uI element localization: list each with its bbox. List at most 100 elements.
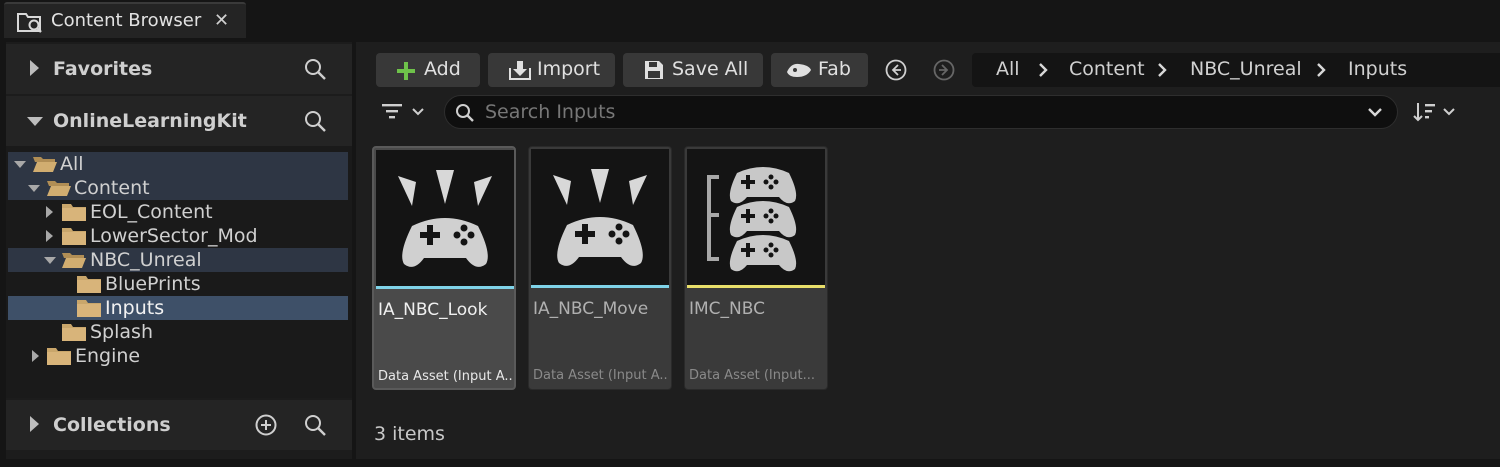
tree-item-engine[interactable]: Engine — [8, 344, 348, 368]
add-label: Add — [424, 58, 461, 80]
folder-icon — [62, 324, 86, 341]
collections-header[interactable]: Collections — [6, 400, 352, 450]
asset-type-stripe — [376, 286, 514, 289]
open-folder-icon — [33, 157, 57, 172]
save-icon — [645, 61, 663, 79]
tree-label: Content — [74, 177, 150, 199]
breadcrumb: All Content NBC_Unreal Inputs — [972, 53, 1500, 87]
collapse-arrow-icon[interactable] — [27, 117, 43, 126]
folder-tree: All Content EOL_Content LowerSector_Mod … — [6, 146, 352, 398]
folder-icon — [77, 276, 101, 293]
folder-icon — [62, 228, 86, 245]
add-collection-icon[interactable] — [254, 413, 278, 437]
close-icon[interactable]: ✕ — [214, 10, 229, 31]
chevron-right-icon[interactable] — [1155, 63, 1169, 77]
asset-type: Data Asset (Input A... — [533, 368, 667, 383]
breadcrumb-content[interactable]: Content — [1069, 58, 1145, 80]
chevron-down-icon[interactable] — [1367, 106, 1383, 120]
tree-label: Inputs — [105, 297, 165, 319]
sort-icon[interactable] — [1412, 100, 1460, 124]
asset-name: IA_NBC_Look — [378, 300, 488, 320]
save-all-button[interactable]: Save All — [623, 53, 763, 87]
tree-item-blueprints[interactable]: BluePrints — [8, 272, 348, 296]
project-header[interactable]: OnlineLearningKit — [6, 96, 352, 146]
expand-arrow-icon[interactable] — [30, 60, 39, 76]
fab-icon — [787, 63, 811, 77]
collections-label: Collections — [53, 414, 171, 436]
back-arrow-icon[interactable] — [885, 59, 907, 81]
tree-label: BluePrints — [105, 273, 201, 295]
fab-button[interactable]: Fab — [771, 53, 868, 87]
asset-thumbnail — [687, 149, 825, 285]
search-box — [444, 95, 1398, 129]
asset-type-stripe — [687, 285, 825, 288]
open-folder-icon — [47, 181, 71, 196]
tree-item-eol-content[interactable]: EOL_Content — [8, 200, 348, 224]
sources-panel: Favorites OnlineLearningKit All Content — [6, 42, 352, 459]
collapse-arrow-icon[interactable] — [28, 185, 40, 192]
input-mapping-context-icon — [707, 167, 797, 272]
asset-view-panel: Add Import Save All Fab All Content NBC_… — [356, 42, 1500, 459]
collapse-arrow-icon[interactable] — [44, 257, 56, 264]
expand-arrow-icon[interactable] — [30, 416, 39, 432]
search-icon[interactable] — [303, 57, 327, 81]
search-icon[interactable] — [303, 109, 327, 133]
import-button[interactable]: Import — [488, 53, 615, 87]
input-action-icon — [398, 170, 492, 267]
asset-tile-ia-nbc-look[interactable]: IA_NBC_Look Data Asset (Input A... — [372, 146, 516, 390]
breadcrumb-all[interactable]: All — [996, 58, 1020, 80]
folder-icon — [77, 300, 101, 317]
add-button[interactable]: Add — [376, 53, 480, 87]
asset-name: IMC_NBC — [689, 299, 766, 319]
tree-label: LowerSector_Mod — [90, 225, 258, 247]
forward-arrow-icon[interactable] — [933, 59, 955, 81]
favorites-label: Favorites — [53, 58, 153, 80]
tree-label: Engine — [75, 345, 141, 367]
collapse-arrow-icon[interactable] — [14, 161, 26, 168]
breadcrumb-nbc-unreal[interactable]: NBC_Unreal — [1190, 58, 1302, 80]
asset-name: IA_NBC_Move — [533, 299, 649, 319]
favorites-header[interactable]: Favorites — [6, 44, 352, 94]
tab-bar: Content Browser ✕ — [0, 0, 1500, 38]
chevron-right-icon[interactable] — [1314, 63, 1328, 77]
tab-content-browser[interactable]: Content Browser ✕ — [4, 2, 246, 38]
asset-type-stripe — [531, 285, 669, 288]
tree-item-splash[interactable]: Splash — [8, 320, 348, 344]
item-count: 3 items — [374, 423, 445, 445]
expand-arrow-icon[interactable] — [46, 230, 53, 242]
tree-item-all[interactable]: All — [8, 152, 348, 176]
asset-tile-ia-nbc-move[interactable]: IA_NBC_Move Data Asset (Input A... — [528, 146, 672, 390]
asset-thumbnail — [531, 149, 669, 285]
folder-icon — [47, 348, 71, 365]
breadcrumb-inputs[interactable]: Inputs — [1348, 58, 1407, 80]
tree-item-content[interactable]: Content — [8, 176, 348, 200]
open-folder-icon — [62, 253, 86, 268]
tree-item-nbc-unreal[interactable]: NBC_Unreal — [8, 248, 348, 272]
chevron-right-icon[interactable] — [1036, 63, 1050, 77]
search-icon[interactable] — [303, 413, 327, 437]
expand-arrow-icon[interactable] — [46, 206, 53, 218]
tree-label: Splash — [90, 321, 153, 343]
import-label: Import — [537, 58, 601, 80]
tab-title: Content Browser — [51, 10, 202, 31]
asset-type: Data Asset (Input... — [689, 368, 815, 383]
tree-label: NBC_Unreal — [90, 249, 202, 271]
fab-label: Fab — [818, 58, 851, 80]
folder-icon — [62, 204, 86, 221]
asset-type: Data Asset (Input A... — [378, 369, 512, 384]
filter-icon[interactable] — [380, 100, 430, 124]
input-action-icon — [553, 169, 647, 266]
expand-arrow-icon[interactable] — [32, 350, 39, 362]
project-label: OnlineLearningKit — [53, 110, 247, 132]
asset-thumbnail — [376, 150, 514, 286]
tree-item-inputs[interactable]: Inputs — [8, 296, 348, 320]
plus-icon — [397, 62, 415, 80]
asset-tile-imc-nbc[interactable]: IMC_NBC Data Asset (Input... — [684, 146, 828, 390]
search-input[interactable] — [485, 100, 1345, 124]
search-icon — [456, 104, 474, 122]
tree-label: All — [60, 153, 84, 175]
content-browser-icon — [17, 13, 42, 33]
tree-item-lowersector-mod[interactable]: LowerSector_Mod — [8, 224, 348, 248]
tree-label: EOL_Content — [90, 201, 213, 223]
import-icon — [509, 61, 531, 80]
